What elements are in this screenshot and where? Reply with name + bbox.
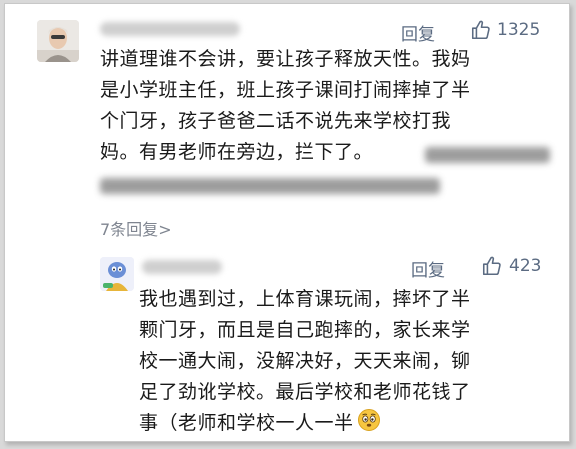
username-redacted[interactable] bbox=[100, 22, 240, 36]
reply-line-text: 事（老师和学校一人一半 bbox=[139, 412, 354, 434]
redacted-text bbox=[425, 147, 550, 163]
thumbs-up-icon[interactable] bbox=[470, 19, 492, 41]
more-replies-label: 7条回复 bbox=[100, 220, 159, 239]
like-count: 1325 bbox=[497, 20, 541, 40]
reply-user-avatar[interactable] bbox=[100, 257, 134, 291]
reply-username-redacted[interactable] bbox=[142, 260, 222, 274]
thumbs-up-icon[interactable] bbox=[481, 255, 503, 277]
like-count: 423 bbox=[509, 256, 542, 276]
view-more-replies-link[interactable]: 7条回复> bbox=[100, 216, 172, 240]
comment-line: 讲道理谁不会讲，要让孩子释放天性。我妈 bbox=[100, 48, 471, 70]
redacted-text bbox=[100, 178, 440, 194]
chevron-right-icon: > bbox=[158, 220, 172, 239]
reply-button[interactable]: 回复 bbox=[411, 256, 445, 281]
reply-button[interactable]: 回复 bbox=[401, 20, 435, 45]
reply-line: 颗门牙，而且是自己跑摔的，家长来学 bbox=[139, 319, 471, 341]
reply-line: 事（老师和学校一人一半 bbox=[139, 408, 381, 439]
comment-line: 妈。有男老师在旁边，拦下了。 bbox=[100, 141, 374, 163]
worried-face-emoji-icon bbox=[357, 409, 380, 431]
comment-line: 是小学班主任，班上孩子课间打闹摔掉了半 bbox=[100, 79, 471, 101]
user-avatar[interactable] bbox=[37, 20, 79, 62]
comment-thread-card: 回复 1325 讲道理谁不会讲，要让孩子释放天性。我妈 是小学班主任，班上孩子课… bbox=[4, 3, 570, 442]
comment-line: 个门牙，孩子爸爸二话不说先来学校打我 bbox=[100, 110, 452, 132]
reply-line: 校一通大闹，没解决好，天天来闹，铆 bbox=[139, 350, 471, 372]
reply-line: 足了劲讹学校。最后学校和老师花钱了 bbox=[139, 381, 471, 403]
reply-line: 我也遇到过，上体育课玩闹，摔坏了半 bbox=[139, 288, 471, 310]
